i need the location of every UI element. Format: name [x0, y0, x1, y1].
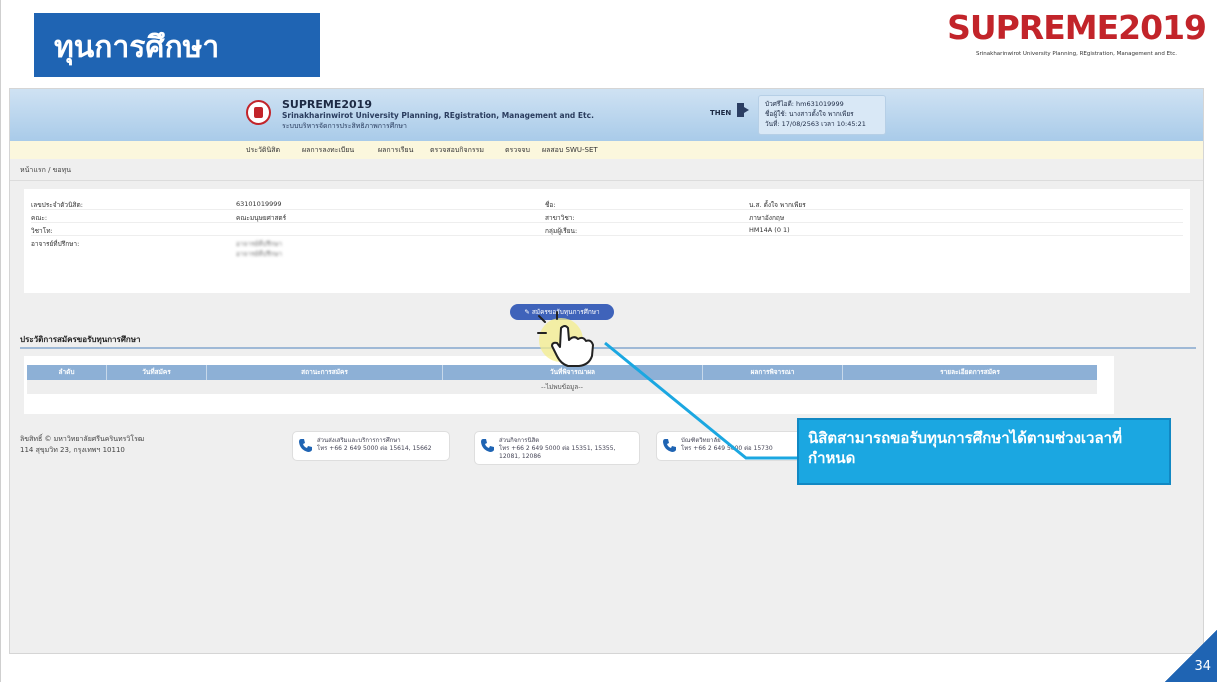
column-header: วันที่สมัคร — [107, 365, 207, 380]
university-seal-icon — [246, 100, 271, 125]
callout-text: นิสิตสามารถขอรับทุนการศึกษาได้ตามช่วงเวล… — [808, 429, 1122, 467]
menu-item-student-profile[interactable]: ประวัตินิสิต — [246, 145, 280, 156]
page-number: 34 — [1194, 659, 1211, 674]
supreme-logo: SUPREME2019 Srinakharinwirot University … — [947, 8, 1213, 60]
address-text: 114 สุขุมวิท 23, กรุงเทพฯ 10110 — [20, 446, 125, 454]
history-table: ลำดับ วันที่สมัคร สถานะการสมัคร วันที่พิ… — [27, 365, 1097, 394]
contact-phone: โทร +66 2 649 5000 ต่อ 15614, 15662 — [317, 445, 432, 452]
logo-text: SUPREME2019 — [947, 8, 1207, 47]
slide-title-banner: ทุนการศึกษา — [34, 13, 320, 77]
faculty-label: คณะ: — [31, 214, 48, 222]
history-table-card: ลำดับ วันที่สมัคร สถานะการสมัคร วันที่พิ… — [24, 356, 1114, 414]
student-id-label: เลขประจำตัวนิสิต: — [31, 201, 83, 209]
contact-phone-2: 12081, 12086 — [499, 453, 541, 460]
site-description-thai: ระบบบริหารจัดการประสิทธิภาพการศึกษา — [282, 122, 407, 130]
name-label: ชื่อ: — [545, 201, 556, 209]
contact-name: บัณฑิตวิทยาลัย — [681, 437, 721, 444]
slide: ทุนการศึกษา SUPREME2019 Srinakharinwirot… — [0, 0, 1217, 682]
contact-phone: โทร +66 2 649 5000 ต่อ 15730 — [681, 445, 773, 452]
footer-copyright: ลิขสิทธิ์ © มหาวิทยาลัยศรีนครินทรวิโรฒ 1… — [20, 434, 144, 456]
info-row: คณะ: คณะมนุษยศาสตร์ สาขาวิชา: ภาษาอังกฤษ — [31, 210, 1183, 223]
login-date: วันที่: 17/08/2563 เวลา 10:45:21 — [765, 120, 866, 128]
student-id-value: 63101019999 — [236, 200, 282, 208]
info-row: วิชาโท: กลุ่มผู้เรียน: HM14A (0 1) — [31, 223, 1183, 236]
divider — [10, 180, 1203, 181]
advisor-value: อาจารย์ที่ปรึกษา — [236, 250, 283, 258]
major-value: ภาษาอังกฤษ — [749, 214, 785, 222]
group-label: กลุ่มผู้เรียน: — [545, 227, 578, 235]
divider — [20, 347, 1196, 349]
web-header: SUPREME2019 Srinakharinwirot University … — [10, 89, 1203, 141]
site-description: Srinakharinwirot University Planning, RE… — [282, 111, 594, 120]
column-header: สถานะการสมัคร — [207, 365, 443, 380]
phone-icon — [663, 439, 676, 452]
advisor-value: อาจารย์ที่ปรึกษา — [236, 240, 283, 248]
contact-card[interactable]: ส่วนส่งเสริมและบริการการศึกษา โทร +66 2 … — [292, 431, 450, 461]
site-name: SUPREME2019 — [282, 98, 372, 111]
copyright-text: ลิขสิทธิ์ © มหาวิทยาลัยศรีนครินทรวิโรฒ — [20, 435, 145, 443]
main-menu: ประวัตินิสิต ผลการลงทะเบียน ผลการเรียน ต… — [10, 141, 1203, 159]
minor-label: วิชาโท: — [31, 227, 53, 235]
user-id: บัวศรีไอดี: hm631019999 — [765, 100, 844, 108]
logout-icon[interactable] — [737, 103, 749, 117]
contact-card[interactable]: บัณฑิตวิทยาลัย โทร +66 2 649 5000 ต่อ 15… — [656, 431, 814, 461]
major-label: สาขาวิชา: — [545, 214, 575, 222]
group-value: HM14A (0 1) — [749, 226, 790, 234]
apply-button-label: สมัครขอรับทุนการศึกษา — [531, 308, 600, 316]
contact-name: ส่วนส่งเสริมและบริการการศึกษา — [317, 437, 401, 444]
student-info-card: เลขประจำตัวนิสิต: 63101019999 ชื่อ: น.ส.… — [24, 189, 1190, 293]
user-info-box: บัวศรีไอดี: hm631019999 ชื่อผู้ใช้: นางส… — [758, 95, 886, 135]
callout-box: นิสิตสามารถขอรับทุนการศึกษาได้ตามช่วงเวล… — [797, 418, 1171, 485]
column-header: วันที่พิจารณาผล — [443, 365, 703, 380]
edit-icon: ✎ — [524, 308, 532, 316]
language-switch[interactable]: THEN — [710, 109, 731, 117]
table-empty-row: --ไม่พบข้อมูล-- — [27, 380, 1097, 394]
web-screenshot: SUPREME2019 Srinakharinwirot University … — [9, 88, 1204, 654]
faculty-value: คณะมนุษยศาสตร์ — [236, 214, 287, 222]
phone-icon — [299, 439, 312, 452]
name-value: น.ส. ตั้งใจ พากเพียร — [749, 201, 806, 209]
slide-title: ทุนการศึกษา — [54, 30, 220, 65]
column-header: ผลการพิจารณา — [703, 365, 843, 380]
phone-icon — [481, 439, 494, 452]
menu-item-grades[interactable]: ผลการเรียน — [378, 145, 413, 156]
contact-name: ส่วนกิจการนิสิต — [499, 437, 540, 444]
info-row: อาจารย์ที่ปรึกษา: อาจารย์ที่ปรึกษา อาจาร… — [31, 236, 1183, 262]
breadcrumb[interactable]: หน้าแรก / ขอทุน — [20, 165, 71, 176]
menu-item-activities[interactable]: ตรวจสอบกิจกรรม — [430, 145, 484, 156]
column-header: รายละเอียดการสมัคร — [940, 368, 1000, 376]
history-title: ประวัติการสมัครขอรับทุนการศึกษา — [20, 335, 141, 344]
column-header: ลำดับ — [27, 365, 107, 380]
table-header: ลำดับ วันที่สมัคร สถานะการสมัคร วันที่พิ… — [27, 365, 1097, 380]
info-row: เลขประจำตัวนิสิต: 63101019999 ชื่อ: น.ส.… — [31, 197, 1183, 210]
logo-subtitle: Srinakharinwirot University Planning, RE… — [976, 51, 1178, 57]
apply-scholarship-button[interactable]: ✎ สมัครขอรับทุนการศึกษา — [510, 304, 614, 320]
menu-item-registration[interactable]: ผลการลงทะเบียน — [302, 145, 354, 156]
menu-item-graduation-check[interactable]: ตรวจจบ — [505, 145, 530, 156]
contact-card[interactable]: ส่วนกิจการนิสิต โทร +66 2 649 5000 ต่อ 1… — [474, 431, 640, 465]
advisor-label: อาจารย์ที่ปรึกษา: — [31, 240, 80, 248]
page-corner — [1165, 629, 1217, 682]
user-name: ชื่อผู้ใช้: นางสาวตั้งใจ พากเพียร — [765, 110, 854, 118]
menu-item-swu-set[interactable]: ผลสอบ SWU-SET — [542, 145, 598, 156]
contact-phone: โทร +66 2 649 5000 ต่อ 15351, 15355, — [499, 445, 616, 452]
